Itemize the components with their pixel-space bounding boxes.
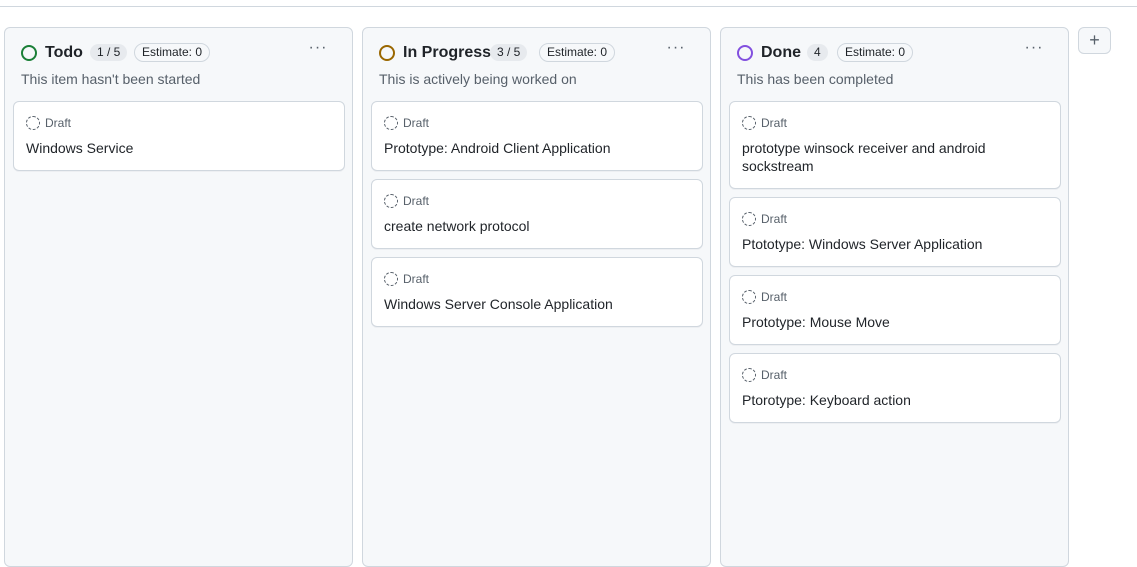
draft-issue-icon (742, 290, 756, 304)
column-done: Done 4 Estimate: 0 ··· This has been com… (720, 27, 1069, 567)
card-title[interactable]: Windows Server Console Application (384, 295, 690, 313)
card-status-label: Draft (761, 212, 788, 226)
item-count-badge: 4 (807, 44, 828, 61)
item-card[interactable]: Draft Prototype: Android Client Applicat… (371, 101, 703, 171)
item-count-badge: 1 / 5 (90, 44, 128, 61)
estimate-badge: Estimate: 0 (837, 43, 914, 62)
card-title[interactable]: Windows Service (26, 139, 332, 157)
plus-icon: + (1089, 30, 1100, 50)
card-list: Draft Prototype: Android Client Applicat… (371, 101, 703, 335)
card-title[interactable]: prototype winsock receiver and android s… (742, 139, 1048, 175)
status-circle-icon (21, 45, 37, 61)
draft-issue-icon (384, 194, 398, 208)
card-title[interactable]: Prototype: Android Client Application (384, 139, 690, 157)
card-status-label: Draft (761, 368, 788, 382)
item-card[interactable]: Draft create network protocol (371, 179, 703, 249)
card-list: Draft Windows Service (13, 101, 345, 179)
column-description: This has been completed (737, 71, 894, 87)
card-status-label: Draft (403, 116, 430, 130)
item-card[interactable]: Draft Windows Service (13, 101, 345, 171)
card-meta: Draft (742, 288, 1048, 306)
draft-issue-icon (384, 116, 398, 130)
card-meta: Draft (742, 210, 1048, 228)
item-card[interactable]: Draft Prototype: Mouse Move (729, 275, 1061, 345)
item-card[interactable]: Draft prototype winsock receiver and and… (729, 101, 1061, 189)
card-status-label: Draft (403, 194, 430, 208)
column-title: Done (761, 44, 801, 61)
column-header: Todo 1 / 5 Estimate: 0 ··· This item has… (5, 28, 352, 94)
estimate-badge: Estimate: 0 (539, 43, 616, 62)
add-column-button[interactable]: + (1078, 27, 1111, 54)
card-meta: Draft (384, 114, 690, 132)
card-meta: Draft (384, 270, 690, 288)
project-board: Todo 1 / 5 Estimate: 0 ··· This item has… (0, 0, 1137, 567)
draft-issue-icon (742, 116, 756, 130)
draft-issue-icon (742, 368, 756, 382)
item-card[interactable]: Draft Ptototype: Windows Server Applicat… (729, 197, 1061, 267)
column-todo: Todo 1 / 5 Estimate: 0 ··· This item has… (4, 27, 353, 567)
card-meta: Draft (742, 114, 1048, 132)
column-header: Done 4 Estimate: 0 ··· This has been com… (721, 28, 1068, 94)
column-header: In Progress 3 / 5 Estimate: 0 ··· This i… (363, 28, 710, 94)
card-meta: Draft (26, 114, 332, 132)
column-more-button[interactable]: ··· (306, 40, 330, 60)
column-title: In Progress (403, 44, 492, 61)
item-count-badge: 3 / 5 (490, 44, 528, 61)
estimate-badge: Estimate: 0 (134, 43, 211, 62)
card-title[interactable]: Prototype: Mouse Move (742, 313, 1048, 331)
card-status-label: Draft (761, 290, 788, 304)
column-more-button[interactable]: ··· (664, 40, 688, 60)
draft-issue-icon (26, 116, 40, 130)
card-title[interactable]: Ptorotype: Keyboard action (742, 391, 1048, 409)
status-circle-icon (737, 45, 753, 61)
column-title: Todo (45, 44, 83, 61)
column-description: This is actively being worked on (379, 71, 577, 87)
card-meta: Draft (384, 192, 690, 210)
column-in-progress: In Progress 3 / 5 Estimate: 0 ··· This i… (362, 27, 711, 567)
draft-issue-icon (742, 212, 756, 226)
card-title[interactable]: create network protocol (384, 217, 690, 235)
item-card[interactable]: Draft Windows Server Console Application (371, 257, 703, 327)
card-meta: Draft (742, 366, 1048, 384)
item-card[interactable]: Draft Ptorotype: Keyboard action (729, 353, 1061, 423)
card-status-label: Draft (761, 116, 788, 130)
draft-issue-icon (384, 272, 398, 286)
card-status-label: Draft (45, 116, 72, 130)
card-list: Draft prototype winsock receiver and and… (729, 101, 1061, 431)
card-status-label: Draft (403, 272, 430, 286)
column-more-button[interactable]: ··· (1022, 40, 1046, 60)
card-title[interactable]: Ptototype: Windows Server Application (742, 235, 1048, 253)
status-circle-icon (379, 45, 395, 61)
column-description: This item hasn't been started (21, 71, 201, 87)
